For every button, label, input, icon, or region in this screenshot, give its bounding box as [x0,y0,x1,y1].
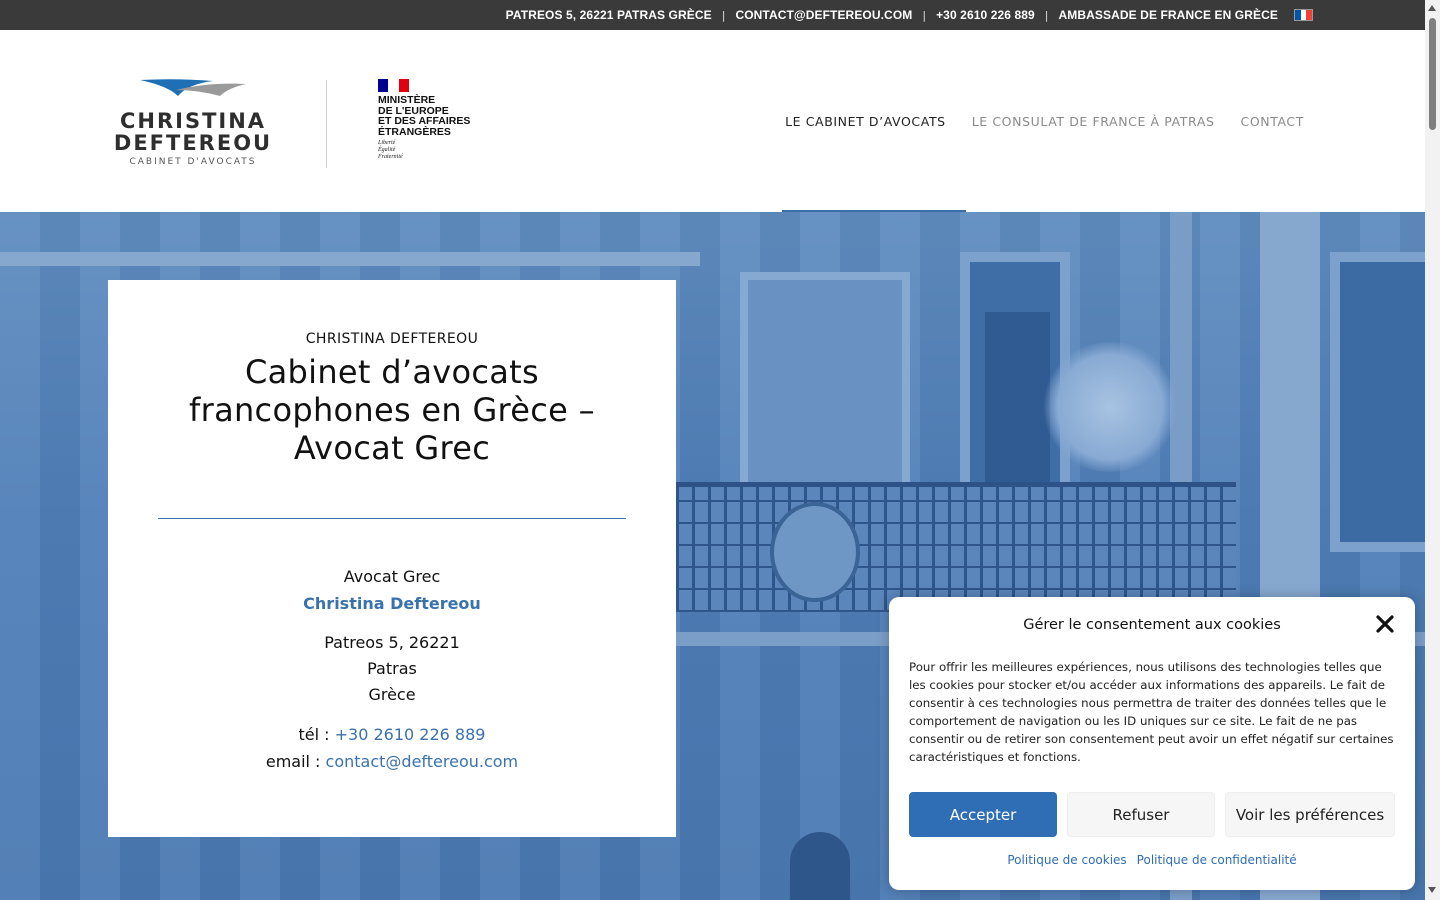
ministere-line1: MINISTÈRE [378,94,436,106]
card-kicker: CHRISTINA DEFTEREOU [305,331,479,347]
main-nav: LE CABINET D’AVOCATS LE CONSULAT DE FRAN… [785,114,1304,129]
site-logo[interactable]: CHRISTINA DEFTEREOU CABINET D'AVOCATS [108,78,278,170]
motto-egalite: Égalité [378,147,396,153]
motto-fraternite: Fraternité [378,154,403,160]
address-line3: Grèce [368,685,416,704]
phone-label: tél : [298,725,335,744]
refuse-button[interactable]: Refuser [1067,792,1215,837]
phone-link[interactable]: +30 2610 226 889 [335,725,486,744]
logo-swoosh-icon [140,79,246,96]
topbar-embassy-link[interactable]: AMBASSADE DE FRANCE EN GRÈCE [1059,8,1279,22]
hero-building-lamp [790,832,850,900]
ministere-name: MINISTÈRE DE L'EUROPE ET DES AFFAIRES ÉT… [378,95,488,137]
logo-name-line1: CHRISTINA [119,109,267,133]
email-link[interactable]: contact@deftereou.com [326,752,519,771]
topbar-separator: | [1044,8,1049,22]
card-divider [158,518,626,519]
card-contact-block: tél : +30 2610 226 889 email : contact@d… [108,721,676,775]
page-title: Cabinet d’avocats francophones en Grèce … [189,353,595,467]
cookie-dialog-title: Gérer le consentement aux cookies [1023,617,1281,633]
ministere-logo[interactable]: MINISTÈRE DE L'EUROPE ET DES AFFAIRES ÉT… [378,79,488,161]
cookie-consent-dialog: Gérer le consentement aux cookies Pour o… [889,597,1415,890]
site-header: CHRISTINA DEFTEREOU CABINET D'AVOCATS MI… [0,30,1425,212]
nav-item-cabinet[interactable]: LE CABINET D’AVOCATS [785,114,946,129]
topbar-separator: | [922,8,927,22]
topbar-phone-link[interactable]: +30 2610 226 889 [936,8,1035,22]
logo-divider [326,80,327,168]
address-line2: Patras [367,659,417,678]
logo-name-line2: DEFTEREOU [113,131,273,155]
accept-button[interactable]: Accepter [909,792,1057,837]
cookie-policy-links: Politique de cookies Politique de confid… [889,853,1415,867]
logo-name: CHRISTINA DEFTEREOU [108,110,278,154]
address-line1: Patreos 5, 26221 [324,633,460,652]
lawyer-role: Avocat Grec [343,567,441,586]
nav-item-contact[interactable]: CONTACT [1241,114,1304,129]
cookie-policy-link[interactable]: Politique de cookies [1007,853,1126,867]
motto-liberte: Liberté [378,140,396,146]
top-contact-bar: PATREOS 5, 26221 PATRAS GRÈCE | CONTACT@… [0,0,1425,30]
nav-item-consulat[interactable]: LE CONSULAT DE FRANCE À PATRAS [972,114,1215,129]
hero-building-window [1330,252,1425,552]
logo-subtitle: CABINET D'AVOCATS [129,157,257,167]
topbar-address: PATREOS 5, 26221 PATRAS GRÈCE [505,8,712,22]
scroll-up-arrow-icon[interactable] [1428,5,1436,11]
hero-building-ledge [0,252,700,266]
marianne-flag-icon [378,79,409,92]
email-line: email : contact@deftereou.com [108,748,676,775]
hero-building-plant [1040,342,1180,472]
ministere-motto: Liberté Égalité Fraternité [378,140,488,161]
topbar-email-link[interactable]: CONTACT@DEFTEREOU.COM [735,8,912,22]
hero-building-balcony [676,482,1236,612]
page-scrollbar[interactable] [1425,0,1440,900]
scroll-down-arrow-icon[interactable] [1428,887,1436,893]
scrollbar-thumb[interactable] [1429,18,1436,130]
card-address-block: Patreos 5, 26221 Patras Grèce [108,630,676,708]
preferences-button[interactable]: Voir les préférences [1225,792,1395,837]
ministere-line4: ÉTRANGÈRES [378,125,451,138]
lawyer-name-link[interactable]: Christina Deftereou [303,594,481,613]
email-label: email : [265,752,326,771]
cookie-dialog-text: Pour offrir les meilleures expériences, … [909,660,1394,764]
privacy-policy-link[interactable]: Politique de confidentialité [1137,853,1297,867]
card-lawyer-block: Avocat Grec Christina Deftereou [108,563,676,617]
close-icon[interactable] [1375,614,1395,634]
intro-card: CHRISTINA DEFTEREOU Cabinet d’avocats fr… [108,280,676,837]
ministere-line3: ET DES AFFAIRES [378,115,471,127]
hero-building-medallion [770,502,860,602]
topbar-separator: | [721,8,726,22]
phone-line: tél : +30 2610 226 889 [108,721,676,748]
french-flag-icon[interactable] [1294,9,1313,21]
